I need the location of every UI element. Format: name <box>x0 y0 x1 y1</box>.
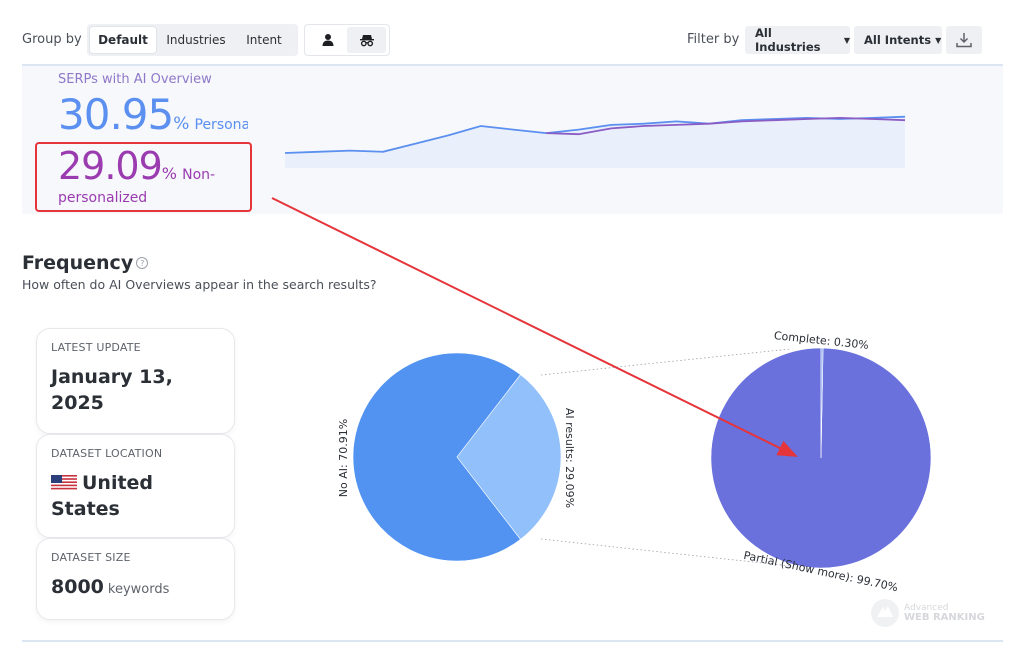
awr-logo-icon <box>871 599 899 627</box>
connector-top <box>540 348 791 376</box>
ai-results-pie-chart: No AI: 70.91% AI results: 29.09% <box>337 352 576 562</box>
sparkline-area <box>285 116 905 168</box>
sparkline-chart <box>284 115 906 168</box>
watermark-line2: WEB RANKING <box>904 612 985 623</box>
ai-results-label: AI results: 29.09% <box>563 408 576 508</box>
advanced-web-ranking-watermark: Advanced WEB RANKING <box>870 598 985 628</box>
frequency-charts: No AI: 70.91% AI results: 29.09% Complete… <box>271 115 932 594</box>
ai-type-pie-chart: Complete: 0.30%Partial (Show more): 99.7… <box>710 329 932 594</box>
section-divider <box>22 640 1003 642</box>
no-ai-label: No AI: 70.91% <box>337 419 350 497</box>
